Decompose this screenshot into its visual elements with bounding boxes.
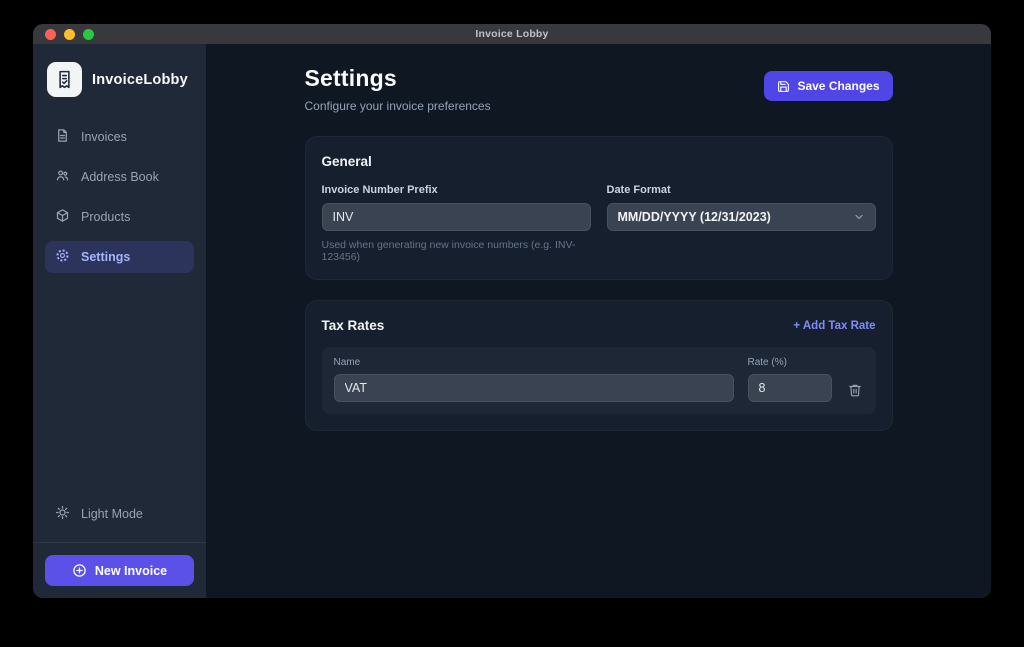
save-changes-label: Save Changes — [797, 79, 879, 93]
chevron-down-icon — [853, 211, 865, 223]
cube-icon — [55, 208, 70, 226]
tax-name-input[interactable] — [334, 374, 734, 402]
titlebar: Invoice Lobby — [33, 24, 991, 44]
sidebar-item-label: Products — [81, 210, 130, 224]
add-tax-rate-button[interactable]: + Add Tax Rate — [793, 320, 875, 332]
sidebar: InvoiceLobby Invoices — [33, 44, 206, 598]
main-content: Settings Configure your invoice preferen… — [206, 44, 991, 598]
tax-rate-label: Rate (%) — [748, 357, 832, 368]
sidebar-item-products[interactable]: Products — [45, 201, 194, 233]
page-title: Settings — [305, 65, 491, 92]
document-icon — [55, 128, 70, 146]
page-subtitle: Configure your invoice preferences — [305, 99, 491, 113]
delete-tax-rate-button[interactable] — [846, 378, 864, 402]
plus-circle-icon — [72, 563, 87, 578]
new-invoice-label: New Invoice — [95, 564, 167, 578]
users-icon — [55, 168, 70, 186]
date-format-field-group: Date Format MM/DD/YYYY (12/31/2023) — [607, 184, 876, 263]
app-logo-icon — [47, 62, 82, 97]
tax-name-label: Name — [334, 357, 734, 368]
save-changes-button[interactable]: Save Changes — [764, 71, 892, 101]
invoice-prefix-input[interactable] — [322, 203, 591, 231]
trash-icon — [848, 383, 862, 397]
page-header: Settings Configure your invoice preferen… — [305, 65, 893, 113]
sidebar-item-settings[interactable]: Settings — [45, 241, 194, 273]
app-window: Invoice Lobby InvoiceLobby — [33, 24, 991, 598]
tax-rate-field-group: Rate (%) — [748, 357, 832, 402]
gear-icon — [55, 248, 70, 266]
window-title: Invoice Lobby — [33, 28, 991, 40]
sidebar-item-invoices[interactable]: Invoices — [45, 121, 194, 153]
theme-toggle-label: Light Mode — [81, 507, 143, 521]
sidebar-item-address-book[interactable]: Address Book — [45, 161, 194, 193]
tax-rate-input[interactable] — [748, 374, 832, 402]
tax-rates-card: Tax Rates + Add Tax Rate Name Rate (%) — [305, 300, 893, 431]
sidebar-divider — [33, 542, 206, 543]
theme-toggle[interactable]: Light Mode — [45, 498, 194, 530]
tax-name-field-group: Name — [334, 357, 734, 402]
general-card-title: General — [322, 154, 876, 169]
save-icon — [777, 80, 790, 93]
date-format-value: MM/DD/YYYY (12/31/2023) — [618, 210, 771, 224]
invoice-prefix-field-group: Invoice Number Prefix Used when generati… — [322, 184, 591, 263]
sidebar-item-label: Address Book — [81, 170, 159, 184]
brand-name: InvoiceLobby — [92, 72, 188, 88]
date-format-label: Date Format — [607, 184, 876, 196]
tax-rate-row: Name Rate (%) — [322, 347, 876, 414]
sidebar-item-label: Invoices — [81, 130, 127, 144]
sun-icon — [55, 505, 70, 523]
sidebar-item-label: Settings — [81, 250, 130, 264]
tax-rates-card-title: Tax Rates — [322, 318, 385, 333]
invoice-prefix-label: Invoice Number Prefix — [322, 184, 591, 196]
brand: InvoiceLobby — [45, 56, 194, 107]
invoice-prefix-helper: Used when generating new invoice numbers… — [322, 239, 591, 263]
general-card: General Invoice Number Prefix Used when … — [305, 136, 893, 280]
desktop-background: Invoice Lobby InvoiceLobby — [0, 0, 1024, 647]
date-format-select[interactable]: MM/DD/YYYY (12/31/2023) — [607, 203, 876, 231]
sidebar-nav: Invoices Address Book — [45, 121, 194, 273]
new-invoice-button[interactable]: New Invoice — [45, 555, 194, 586]
